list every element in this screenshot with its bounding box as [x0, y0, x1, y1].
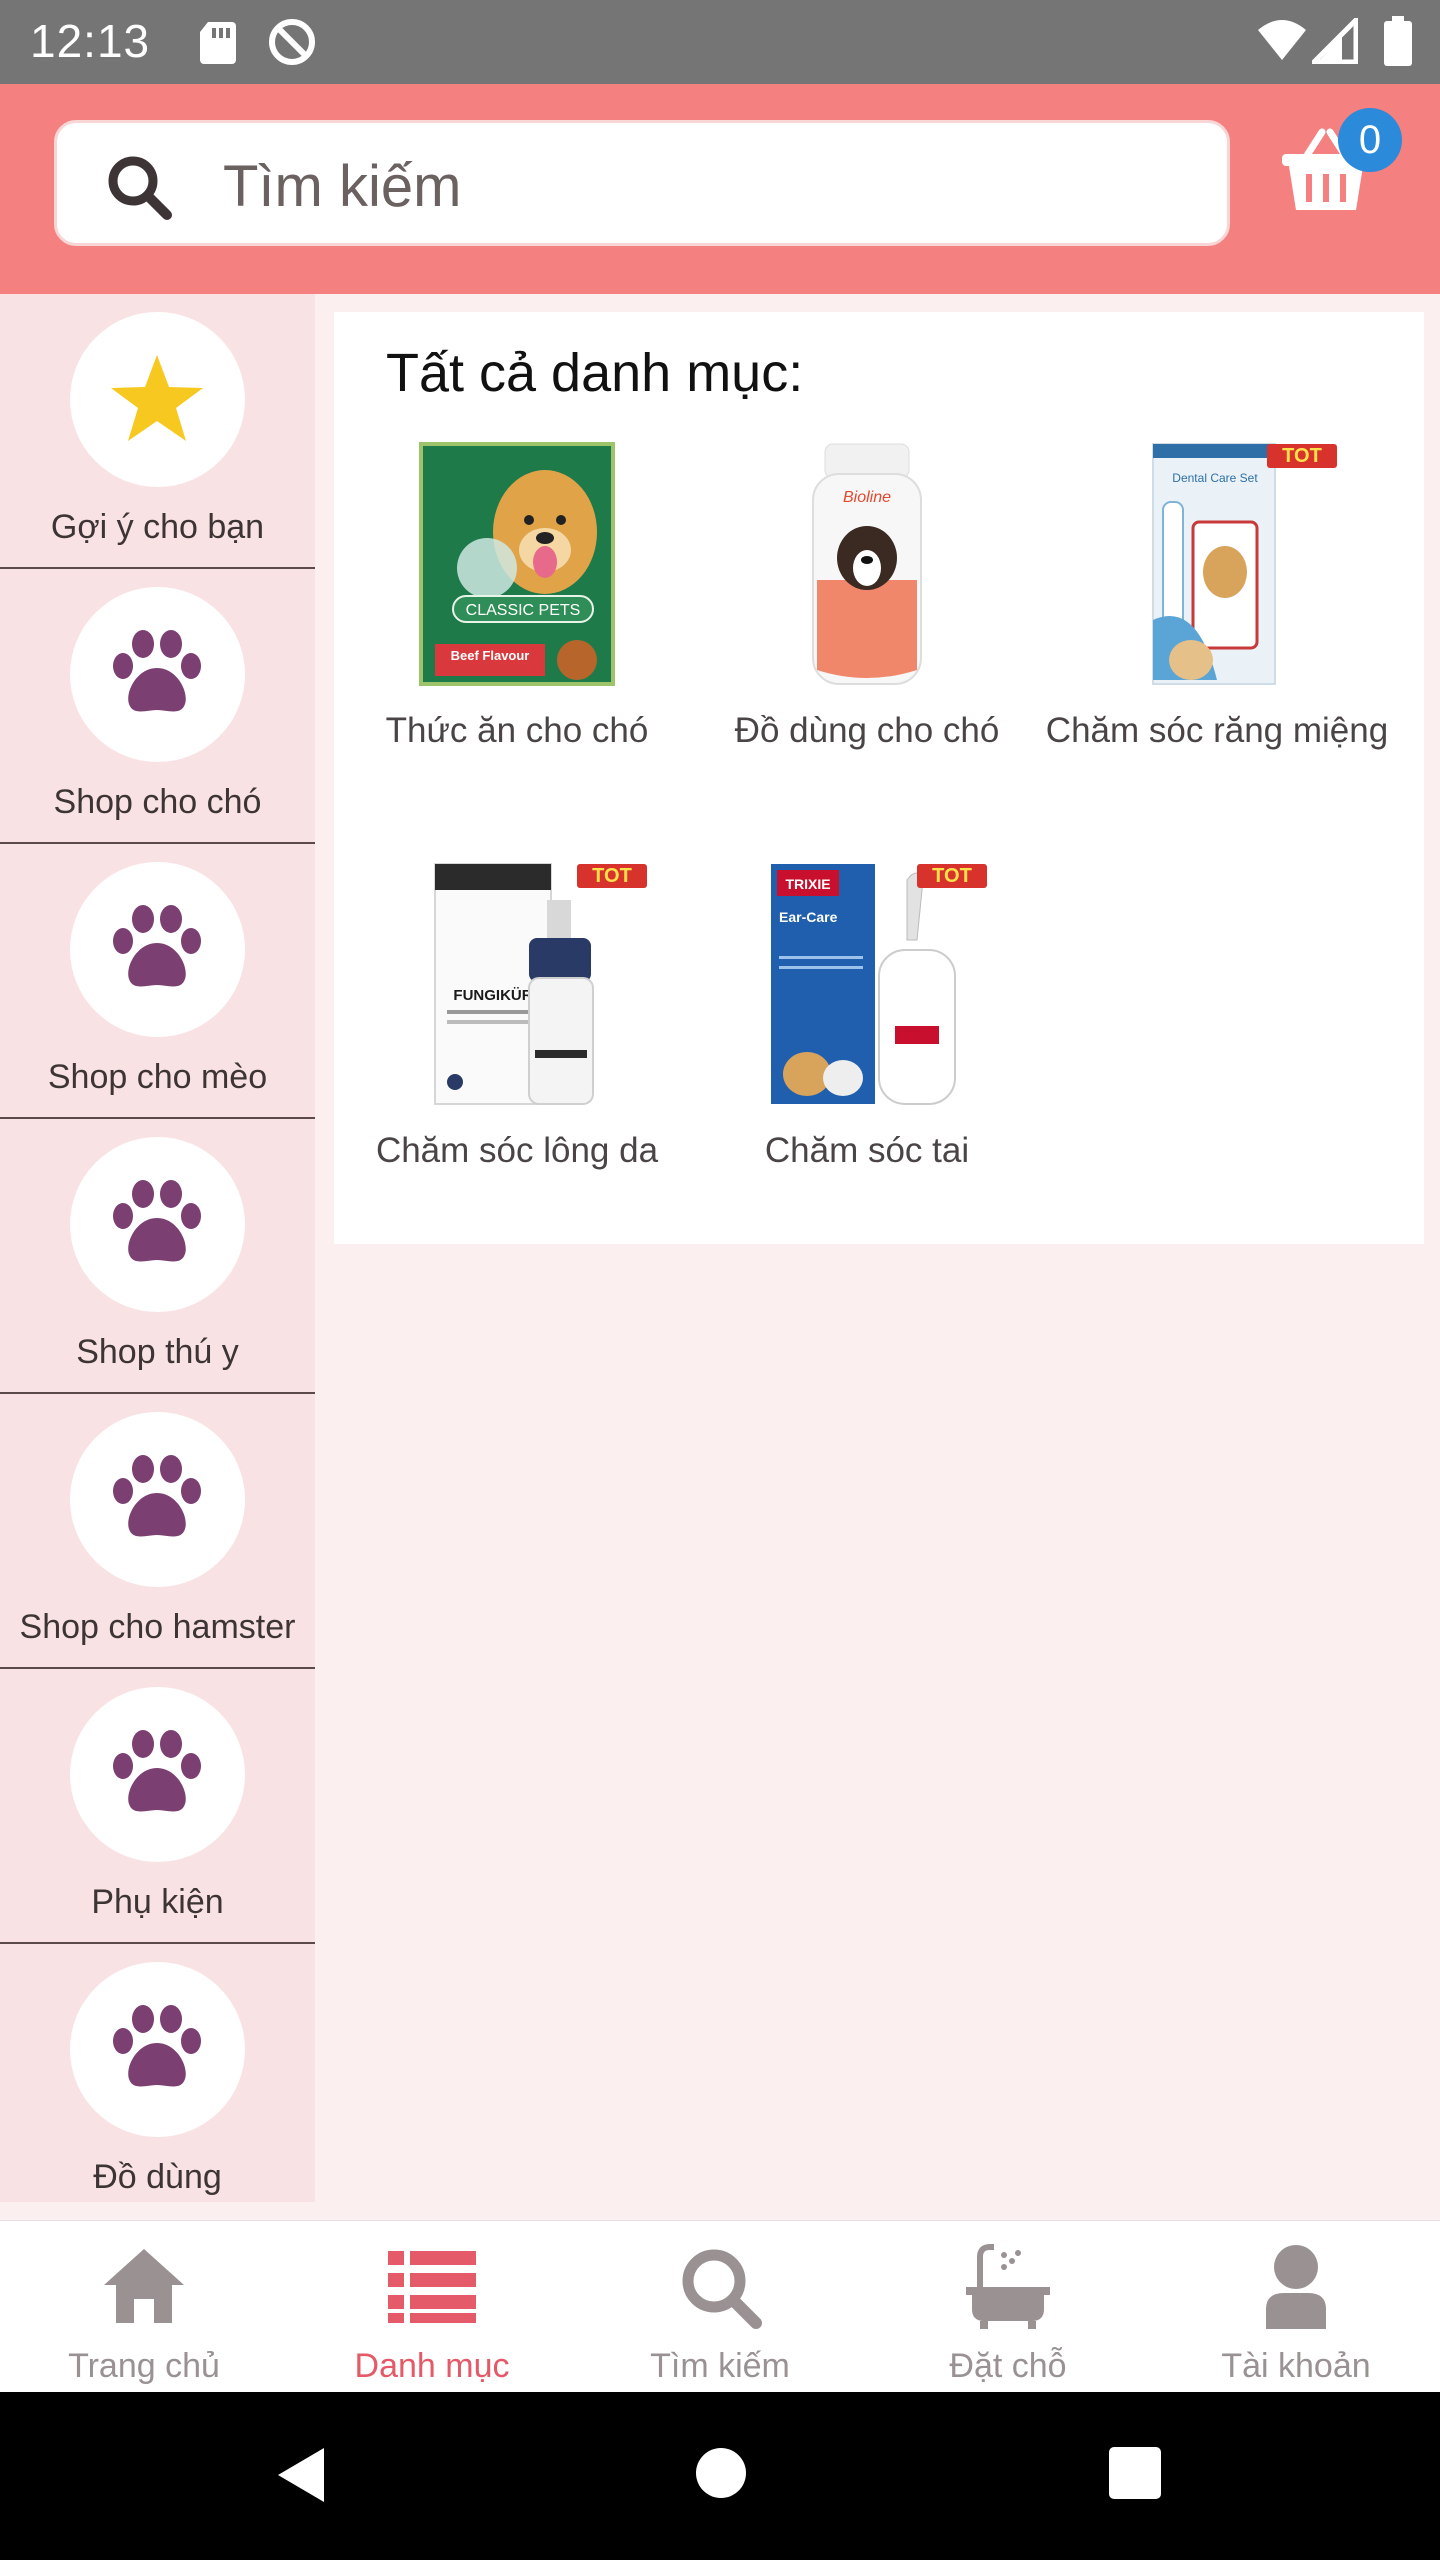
sidebar-icon-circle: [70, 1412, 245, 1587]
nav-search[interactable]: Tìm kiếm: [576, 2221, 864, 2393]
category-image: FUNGIKÜR TOT: [417, 860, 647, 1108]
search-input[interactable]: Tìm kiếm: [54, 120, 1230, 246]
signal-icon: [1312, 18, 1358, 64]
category-dog-food[interactable]: CLASSIC PETS Beef Flavour Thức ăn cho ch…: [342, 440, 692, 752]
top-badge: TOT: [1267, 444, 1337, 468]
search-placeholder: Tìm kiếm: [223, 154, 462, 219]
sidebar-item-label: Phụ kiện: [91, 1883, 224, 1921]
category-image: CLASSIC PETS Beef Flavour: [417, 440, 617, 688]
nav-label: Tìm kiếm: [650, 2347, 790, 2385]
sidebar-item-label: Gợi ý cho bạn: [50, 508, 265, 546]
nav-booking[interactable]: Đặt chỗ: [864, 2221, 1152, 2393]
sidebar-item-dog-shop[interactable]: Shop cho chó: [0, 569, 315, 844]
page-title: Tất cả danh mục:: [386, 343, 804, 403]
product-label-text: Bioline: [843, 489, 891, 506]
paw-icon: [113, 905, 201, 987]
paw-icon: [113, 1180, 201, 1262]
status-bar: 12:13: [0, 0, 1440, 84]
sidebar-item-supplies[interactable]: Đồ dùng: [0, 1944, 315, 2219]
search-icon: [108, 156, 172, 220]
product-sublabel-text: Ear-Care: [779, 909, 838, 925]
paw-icon: [113, 1730, 201, 1812]
category-name: Chăm sóc răng miệng: [1045, 711, 1389, 750]
sidebar-item-label: Shop thú y: [76, 1333, 239, 1371]
category-sidebar: Gợi ý cho bạn Shop cho chó Shop cho mèo …: [0, 294, 315, 2202]
product-sublabel-text: Beef Flavour: [451, 648, 530, 663]
product-label-text: CLASSIC PETS: [466, 602, 581, 619]
system-navigation-bar: [0, 2392, 1440, 2560]
sidebar-icon-circle: [70, 312, 245, 487]
sidebar-icon-circle: [70, 862, 245, 1037]
category-image: Bioline: [767, 440, 967, 688]
nav-label: Danh mục: [354, 2347, 510, 2385]
home-icon: [104, 2249, 184, 2323]
sidebar-item-label: Đồ dùng: [93, 2158, 222, 2196]
sidebar-item-label: Shop cho hamster: [19, 1608, 296, 1646]
category-name: Chăm sóc lông da: [375, 1131, 659, 1170]
nav-label: Tài khoản: [1221, 2347, 1371, 2385]
paw-icon: [113, 2005, 201, 2087]
sidebar-item-suggestions[interactable]: Gợi ý cho bạn: [0, 294, 315, 569]
sidebar-item-label: Shop cho mèo: [47, 1058, 268, 1096]
product-label-text: TRIXIE: [785, 876, 830, 892]
sidebar-item-accessories[interactable]: Phụ kiện: [0, 1669, 315, 1944]
sidebar-icon-circle: [70, 1137, 245, 1312]
cart-count-badge: 0: [1338, 108, 1402, 172]
status-time: 12:13: [30, 15, 151, 67]
sidebar-item-vet-shop[interactable]: Shop thú y: [0, 1119, 315, 1394]
sidebar-item-cat-shop[interactable]: Shop cho mèo: [0, 844, 315, 1119]
back-icon[interactable]: [272, 2444, 328, 2506]
sync-disabled-icon: [269, 19, 315, 65]
list-icon: [388, 2251, 476, 2323]
wifi-icon: [1258, 20, 1306, 60]
product-label-text: Dental Care Set: [1172, 471, 1258, 485]
nav-label: Đặt chỗ: [949, 2347, 1067, 2385]
category-dental-care[interactable]: Dental Care Set TOT Chăm sóc răng miệng: [1042, 440, 1392, 752]
sidebar-item-label: Shop cho chó: [53, 783, 262, 821]
category-name: Thức ăn cho chó: [385, 711, 649, 750]
product-label-text: FUNGIKÜR: [453, 987, 532, 1004]
sidebar-icon-circle: [70, 587, 245, 762]
top-badge: TOT: [917, 864, 987, 888]
recents-icon[interactable]: [1108, 2446, 1162, 2500]
paw-icon: [113, 1455, 201, 1537]
nav-categories[interactable]: Danh mục: [288, 2221, 576, 2393]
paw-icon: [113, 630, 201, 712]
category-ear-care[interactable]: TRIXIE Ear-Care TOT Chăm sóc tai: [692, 860, 1042, 1172]
sidebar-item-hamster-shop[interactable]: Shop cho hamster: [0, 1394, 315, 1669]
category-image: TRIXIE Ear-Care TOT: [767, 860, 987, 1108]
nav-home[interactable]: Trang chủ: [0, 2221, 288, 2393]
bottom-navigation: Trang chủ Danh mục Tìm kiếm Đặt chỗ Tài …: [0, 2220, 1440, 2392]
sd-card-icon: [200, 22, 236, 64]
category-image: Dental Care Set TOT: [1117, 440, 1337, 688]
category-skin-care[interactable]: FUNGIKÜR TOT Chăm sóc lông da: [342, 860, 692, 1172]
category-name: Chăm sóc tai: [764, 1131, 970, 1170]
all-categories-panel: Tất cả danh mục: CLASSIC PETS Beef Flavo…: [334, 312, 1424, 1244]
category-dog-supplies[interactable]: Bioline Đồ dùng cho chó: [692, 440, 1042, 752]
top-badge: TOT: [577, 864, 647, 888]
user-icon: [1266, 2245, 1326, 2329]
home-circle-icon[interactable]: [694, 2446, 748, 2500]
sidebar-icon-circle: [70, 1962, 245, 2137]
category-name: Đồ dùng cho chó: [734, 711, 1000, 750]
bathtub-icon: [966, 2244, 1050, 2329]
nav-account[interactable]: Tài khoản: [1152, 2221, 1440, 2393]
sidebar-icon-circle: [70, 1687, 245, 1862]
nav-label: Trang chủ: [68, 2347, 220, 2385]
battery-icon: [1384, 16, 1412, 66]
star-icon: [111, 355, 203, 441]
app-header: Tìm kiếm 0: [0, 84, 1440, 294]
search-icon: [682, 2249, 762, 2329]
